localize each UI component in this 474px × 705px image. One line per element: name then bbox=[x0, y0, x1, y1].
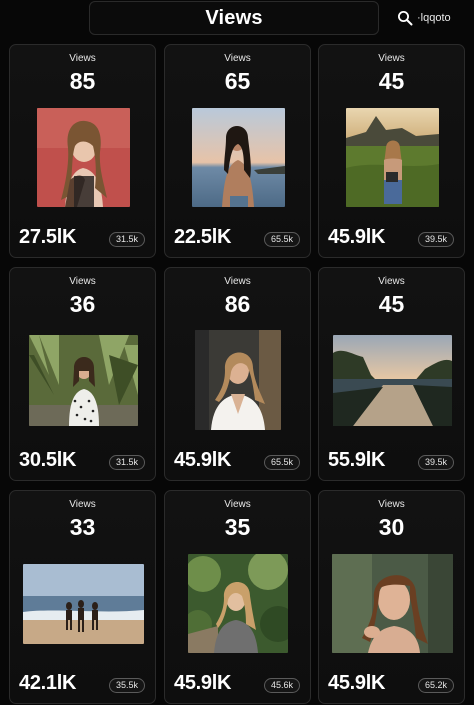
card-label: Views bbox=[69, 499, 96, 510]
title-box: Views bbox=[89, 1, 379, 35]
card-label: Views bbox=[224, 499, 251, 510]
card-stat-badge: 39.5k bbox=[417, 232, 454, 247]
card-count: 45 bbox=[378, 291, 405, 317]
view-card[interactable]: Views 86 45.9lK 65.5k bbox=[164, 267, 311, 481]
card-photo bbox=[23, 564, 144, 644]
card-label: Views bbox=[378, 53, 405, 64]
card-total: 45.9lK bbox=[174, 672, 232, 694]
card-stat-badge: 31.5k bbox=[108, 232, 145, 247]
card-photo bbox=[37, 108, 130, 207]
header-bar: Views ·lqqoto bbox=[0, 0, 474, 38]
card-total: 22.5lK bbox=[174, 226, 232, 248]
card-count: 85 bbox=[69, 68, 96, 94]
card-count: 45 bbox=[378, 68, 405, 94]
card-total: 45.9lK bbox=[328, 672, 386, 694]
card-photo bbox=[192, 108, 285, 207]
page-title: Views bbox=[205, 6, 263, 29]
view-card[interactable]: Views 45 55.9lK 39.5k bbox=[318, 267, 465, 481]
card-photo bbox=[29, 335, 138, 426]
card-stat-badge: 65.5k bbox=[263, 455, 300, 470]
card-stat-badge: 35.5k bbox=[108, 678, 145, 693]
view-card[interactable]: Views 65 22.5lK 65.5k bbox=[164, 44, 311, 258]
view-card[interactable]: Views 36 30.5lK 31.5k bbox=[9, 267, 156, 481]
card-label: Views bbox=[378, 499, 405, 510]
card-label: Views bbox=[224, 276, 251, 287]
view-card[interactable]: Views 45 45.9lK 39.5k bbox=[318, 44, 465, 258]
card-label: Views bbox=[378, 276, 405, 287]
card-count: 36 bbox=[69, 291, 96, 317]
view-card[interactable]: Views 33 42.1lK 35.5k bbox=[9, 490, 156, 704]
card-photo bbox=[332, 554, 453, 653]
card-count: 86 bbox=[224, 291, 251, 317]
card-total: 30.5lK bbox=[19, 449, 77, 471]
view-card[interactable]: Views 85 27.5lK 31.5k bbox=[9, 44, 156, 258]
card-total: 45.9lK bbox=[174, 449, 232, 471]
card-stat-badge: 45.6k bbox=[263, 678, 300, 693]
search-button[interactable]: ·lqqoto bbox=[397, 8, 451, 28]
view-card[interactable]: Views 35 45.9lK 45.6k bbox=[164, 490, 311, 704]
card-total: 55.9lK bbox=[328, 449, 386, 471]
card-total: 27.5lK bbox=[19, 226, 77, 248]
view-card[interactable]: Views 30 45.9lK 65.2k bbox=[318, 490, 465, 704]
card-stat-badge: 39.5k bbox=[417, 455, 454, 470]
card-count: 65 bbox=[224, 68, 251, 94]
card-total: 45.9lK bbox=[328, 226, 386, 248]
card-count: 35 bbox=[224, 514, 251, 540]
card-photo bbox=[346, 108, 439, 207]
card-label: Views bbox=[69, 276, 96, 287]
search-icon bbox=[397, 10, 413, 26]
card-stat-badge: 31.5k bbox=[108, 455, 145, 470]
card-stat-badge: 65.2k bbox=[417, 678, 454, 693]
card-count: 33 bbox=[69, 514, 96, 540]
card-label: Views bbox=[69, 53, 96, 64]
card-label: Views bbox=[224, 53, 251, 64]
card-total: 42.1lK bbox=[19, 672, 77, 694]
card-photo bbox=[188, 554, 288, 653]
card-stat-badge: 65.5k bbox=[263, 232, 300, 247]
search-label: ·lqqoto bbox=[417, 12, 451, 24]
card-photo bbox=[333, 335, 452, 426]
card-photo bbox=[195, 330, 281, 430]
card-count: 30 bbox=[378, 514, 405, 540]
